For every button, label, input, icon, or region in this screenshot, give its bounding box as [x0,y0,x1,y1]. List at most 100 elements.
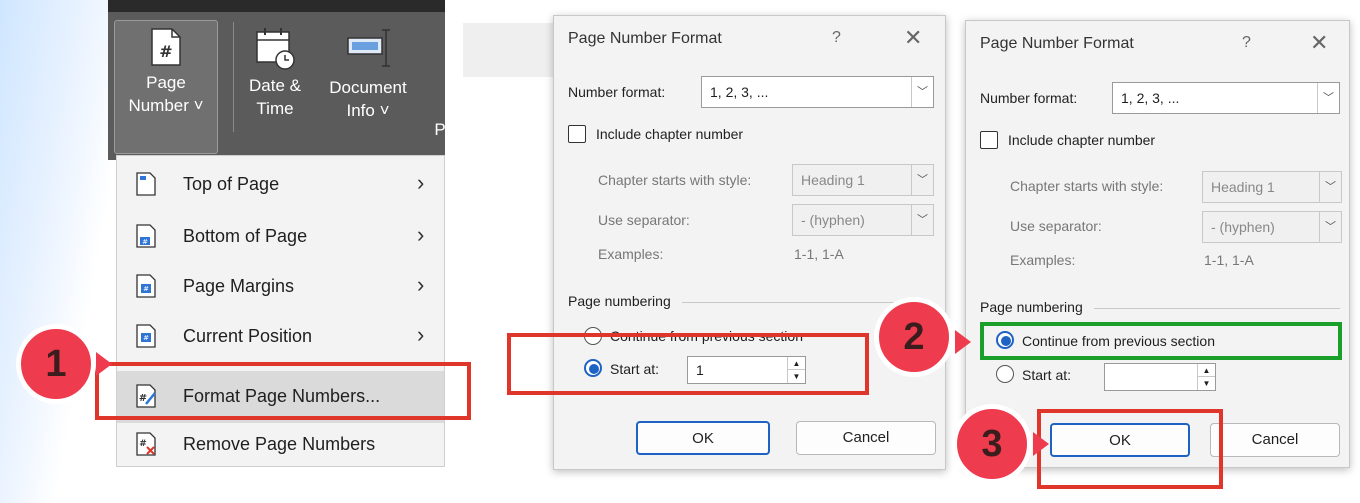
start-at-radio[interactable] [996,365,1014,383]
menu-item-remove-page-numbers[interactable]: # Remove Page Numbers [117,420,444,470]
step-2-badge: 2 [874,297,954,377]
include-chapter-label: Include chapter number [1008,132,1156,148]
highlight-format-page-numbers [95,362,471,420]
page-number-format-dialog-2: Page Number Format ? ✕ Number format: 1,… [965,20,1350,468]
help-button[interactable]: ? [832,29,841,47]
chapter-style-select[interactable]: Heading 1 ﹀ [1202,171,1342,203]
number-format-select[interactable]: 1, 2, 3, ... ﹀ [701,76,934,108]
dialog-title: Page Number Format [980,35,1134,52]
menu-item-current-position[interactable]: # Current Position › [117,312,444,362]
start-at-label: Start at: [1022,367,1072,383]
spin-buttons[interactable]: ▲ ▼ [1197,364,1215,390]
ok-button[interactable]: OK [636,421,770,455]
chapter-style-value: Heading 1 [1211,179,1275,195]
calendar-clock-icon [256,28,295,70]
menu-item-label: Bottom of Page [183,226,308,246]
separator-value: - (hyphen) [1211,219,1275,235]
badge-pointer [96,352,112,376]
number-format-value: 1, 2, 3, ... [710,84,769,100]
badge-pointer [1033,432,1049,456]
svg-text:#: # [139,439,147,449]
page-numbering-label: Page numbering [568,293,671,309]
highlight-continue-from-previous [980,322,1342,360]
page-bottom-icon: # [136,224,156,248]
chevron-down-icon: ﹀ [911,165,933,195]
include-chapter-checkbox[interactable] [568,125,586,143]
chapter-starts-label: Chapter starts with style: [1010,178,1164,194]
chevron-right-icon: › [417,170,425,195]
number-format-value: 1, 2, 3, ... [1121,90,1180,106]
badge-pointer [955,330,971,354]
chevron-right-icon: › [417,272,425,297]
step-3-badge: 3 [952,404,1032,484]
step-1-badge: 1 [16,324,96,404]
menu-item-label: Remove Page Numbers [183,434,376,454]
menu-item-top-of-page[interactable]: Top of Page › [117,160,444,210]
menu-item-label: Top of Page [183,174,280,194]
examples-value: 1-1, 1-A [1204,252,1254,268]
remove-page-numbers-icon: # [136,432,156,456]
page-number-menu: Top of Page › # Bottom of Page › # Page … [116,155,445,467]
document-info-button[interactable]: Document Info ˅ [318,20,418,154]
help-button[interactable]: ? [1242,34,1251,52]
menu-item-bottom-of-page[interactable]: # Bottom of Page › [117,212,444,262]
chevron-down-icon: ﹀ [911,77,933,107]
number-format-label: Number format: [980,90,1078,106]
date-time-button[interactable]: Date & Time [240,20,310,154]
chapter-style-value: Heading 1 [801,172,865,188]
number-format-label: Number format: [568,84,666,100]
page-number-button[interactable]: # Page Number ˅ [114,20,218,154]
separator-label: Use separator: [598,212,690,228]
menu-item-label: Current Position [183,326,313,346]
dialog-title: Page Number Format [568,30,722,47]
ribbon-title-strip [108,0,445,12]
current-position-icon: # [136,324,156,348]
start-at-input[interactable]: ▲ ▼ [1104,363,1216,391]
date-time-label-1: Date & [249,76,301,95]
page-top-icon [136,172,156,196]
examples-value: 1-1, 1-A [794,246,844,262]
include-chapter-checkbox[interactable] [980,131,998,149]
menu-item-page-margins[interactable]: # Page Margins › [117,262,444,312]
ribbon-cut-off-label: P [434,120,445,139]
chapter-starts-label: Chapter starts with style: [598,172,752,188]
page-numbering-label: Page numbering [980,299,1083,315]
cancel-button[interactable]: Cancel [1210,423,1340,457]
document-info-icon [347,29,390,67]
page-number-label-2: Number ˅ [128,96,204,115]
chevron-down-icon: ﹀ [911,205,933,235]
close-button[interactable]: ✕ [1310,30,1328,56]
page-number-format-dialog-1: Page Number Format ? ✕ Number format: 1,… [553,15,946,470]
separator-select[interactable]: - (hyphen) ﹀ [792,204,934,236]
svg-text:#: # [143,285,149,293]
date-time-label-2: Time [256,99,294,118]
number-format-select[interactable]: 1, 2, 3, ... ﹀ [1112,82,1340,114]
ribbon-separator [233,22,234,132]
separator-label: Use separator: [1010,218,1102,234]
menu-item-label: Page Margins [183,276,295,296]
document-info-label-2: Info ˅ [346,101,390,120]
examples-label: Examples: [1010,252,1076,268]
word-ribbon: # Page Number ˅ Date & Time Document Inf… [108,0,445,160]
chevron-down-icon: ﹀ [1319,172,1341,202]
include-chapter-label: Include chapter number [596,126,744,142]
chevron-right-icon: › [417,322,425,347]
svg-text:#: # [159,42,172,61]
chevron-down-icon: ﹀ [1319,212,1341,242]
page-margins-icon: # [136,274,156,298]
chevron-right-icon: › [417,222,425,247]
highlight-start-at [507,333,869,395]
svg-text:#: # [143,334,149,342]
chevron-down-icon: ﹀ [1317,83,1339,113]
cancel-button[interactable]: Cancel [796,421,936,455]
examples-label: Examples: [598,246,664,262]
svg-text:#: # [142,238,148,246]
group-divider [1094,308,1340,309]
chapter-style-select[interactable]: Heading 1 ﹀ [792,164,934,196]
separator-select[interactable]: - (hyphen) ﹀ [1202,211,1342,243]
document-info-label-1: Document [329,78,407,97]
close-button[interactable]: ✕ [904,25,922,51]
highlight-ok-button [1037,409,1223,489]
page-number-label-1: Page [146,73,186,92]
page-number-icon: # [151,28,181,66]
